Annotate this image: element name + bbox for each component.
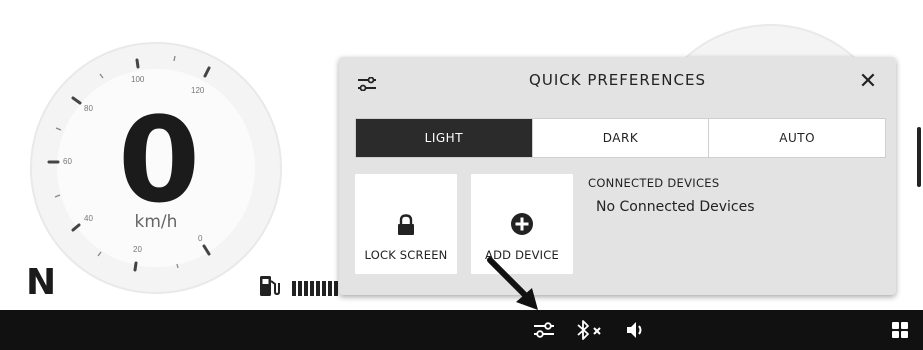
connected-devices-heading: CONNECTED DEVICES — [588, 176, 720, 190]
close-button[interactable]: ✕ — [855, 69, 881, 95]
volume-icon — [627, 322, 642, 338]
bluetooth-off-icon — [577, 320, 601, 340]
scale-label-40: 40 — [84, 214, 93, 223]
theme-option-light[interactable]: LIGHT — [356, 119, 532, 157]
gear-indicator: N — [26, 262, 57, 303]
status-bluetooth-button[interactable] — [575, 310, 607, 350]
scale-label-100: 100 — [131, 75, 145, 84]
status-preferences-button[interactable] — [533, 310, 555, 350]
scale-label-20: 20 — [133, 245, 142, 254]
status-volume-button[interactable] — [625, 310, 649, 350]
theme-option-dark[interactable]: DARK — [531, 119, 709, 157]
preferences-icon — [534, 322, 554, 338]
scale-label-0: 0 — [198, 234, 203, 243]
quick-preferences-panel: QUICK PREFERENCES ✕ LIGHT DARK AUTO LOCK… — [339, 57, 896, 295]
pointer-arrow-icon — [487, 257, 538, 310]
fuel-pump-icon — [260, 276, 280, 296]
connected-devices-status: No Connected Devices — [596, 199, 755, 215]
scale-label-80: 80 — [84, 104, 93, 113]
speed-unit: km/h — [134, 212, 178, 232]
lock-icon — [398, 214, 414, 235]
theme-selector: LIGHT DARK AUTO — [355, 118, 886, 158]
panel-title: QUICK PREFERENCES — [529, 71, 706, 89]
add-circle-icon — [511, 213, 533, 235]
speed-readout: 0 — [118, 91, 200, 229]
scale-label-60: 60 — [63, 157, 72, 166]
fuel-level-bars — [292, 281, 338, 296]
status-bar — [0, 310, 923, 350]
apps-grid-icon — [892, 322, 908, 338]
apps-grid-button[interactable] — [891, 310, 909, 350]
theme-option-auto[interactable]: AUTO — [708, 119, 885, 157]
lock-screen-button[interactable]: LOCK SCREEN — [355, 174, 457, 274]
tachometer-needle-mark — [917, 127, 921, 187]
close-icon: ✕ — [858, 69, 878, 94]
lock-screen-label: LOCK SCREEN — [364, 248, 448, 262]
